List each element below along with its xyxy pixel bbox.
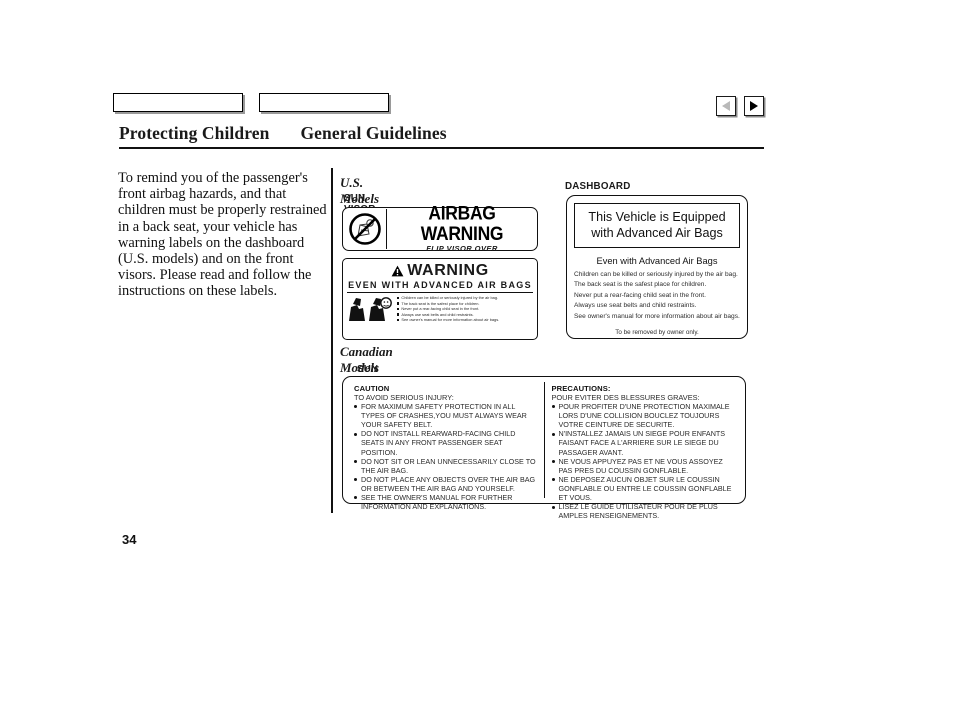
caution-title: CAUTION: [354, 384, 390, 393]
precautions-lead: POUR EVITER DES BLESSURES GRAVES:: [551, 393, 700, 402]
dashboard-footer-note: To be removed by owner only.: [615, 329, 699, 337]
warning-body: Children can be killed or seriously inju…: [347, 295, 533, 330]
column-divider: [331, 168, 333, 513]
dashboard-subhead: Even with Advanced Air Bags: [596, 256, 718, 266]
no-rear-facing-child-seat-icon: [344, 209, 387, 249]
caution-bullet: DO NOT PLACE ANY OBJECTS OVER THE AIR BA…: [354, 475, 538, 493]
previous-page-button[interactable]: [716, 96, 736, 116]
precautions-bullet: NE VOUS APPUYEZ PAS ET NE VOUS ASSOYEZ P…: [551, 457, 736, 475]
caution-bullet: FOR MAXIMUM SAFETY PROTECTION IN ALL TYP…: [354, 402, 538, 429]
caution-bullet: DO NOT SIT OR LEAN UNNECESSARILY CLOSE T…: [354, 457, 538, 475]
advanced-airbags-subhead: EVEN WITH ADVANCED AIR BAGS: [347, 280, 533, 293]
flip-visor-over-subline: FLIP VISOR OVER: [426, 244, 498, 253]
header-tab-1[interactable]: [113, 93, 243, 112]
canadian-sun-visor-label: CAUTION TO AVOID SERIOUS INJURY: FOR MAX…: [342, 376, 746, 520]
visor-label-text-group: AIRBAG WARNING FLIP VISOR OVER: [387, 201, 537, 253]
dashboard-line: Never put a rear-facing child seat in th…: [574, 291, 706, 299]
precautions-bullet: N'INSTALLEZ JAMAIS UN SIEGE POUR ENFANTS…: [551, 429, 736, 457]
dashboard-line: Always use seat belts and child restrain…: [574, 302, 697, 310]
warning-triangle-icon: [391, 265, 404, 276]
airbag-warning-headline: AIRBAG WARNING: [420, 201, 504, 245]
triangle-right-icon: [750, 101, 758, 111]
child-seat-pictograms: [347, 295, 395, 330]
warning-bullet-list: Children can be killed or seriously inju…: [395, 295, 533, 330]
warning-bullet: See owner's manual for more information …: [397, 317, 533, 323]
intro-paragraph: To remind you of the passenger's front a…: [118, 170, 327, 300]
title-divider: [119, 147, 764, 149]
us-sun-visor-label-airbag-warning: AIRBAG WARNING FLIP VISOR OVER: [342, 201, 538, 253]
page-title-subsection: General Guidelines: [300, 123, 447, 143]
canadian-label-english-column: CAUTION TO AVOID SERIOUS INJURY: FOR MAX…: [347, 382, 545, 511]
precautions-bullet: NE DEPOSEZ AUCUN OBJET SUR LE COUSSIN GO…: [551, 475, 736, 502]
us-dashboard-label: This Vehicle is Equipped with Advanced A…: [566, 195, 748, 339]
us-sun-visor-label-advanced-airbags: WARNING EVEN WITH ADVANCED AIR BAGS Chil…: [342, 258, 538, 340]
dashboard-headline: This Vehicle is Equipped with Advanced A…: [574, 203, 740, 248]
canadian-label-french-column: PRECAUTIONS: POUR EVITER DES BLESSURES G…: [545, 382, 742, 520]
header-tab-2[interactable]: [259, 93, 389, 112]
next-page-button[interactable]: [744, 96, 764, 116]
page-navigation: [716, 96, 764, 116]
precautions-bullet: POUR PROFITER D'UNE PROTECTION MAXIMALE …: [551, 402, 736, 429]
caution-lead: TO AVOID SERIOUS INJURY:: [354, 393, 454, 402]
dashboard-line: The back seat is the safest place for ch…: [574, 281, 707, 289]
warning-headline: WARNING: [407, 262, 489, 279]
caution-bullet: SEE THE OWNER'S MANUAL FOR FURTHER INFOR…: [354, 493, 538, 511]
dashboard-line: See owner's manual for more information …: [574, 312, 740, 320]
warning-headline-row: WARNING: [347, 262, 533, 279]
caution-bullet: DO NOT INSTALL REARWARD-FACING CHILD SEA…: [354, 429, 538, 457]
page-title-section: Protecting Children: [119, 123, 270, 143]
us-dashboard-heading: DASHBOARD: [565, 181, 631, 192]
dashboard-line-list: Children can be killed or seriously inju…: [574, 270, 740, 322]
triangle-left-icon: [722, 101, 730, 111]
page-title: Protecting Children General Guidelines: [119, 123, 447, 144]
precautions-bullet: LISEZ LE GUIDE UTILISATEUR POUR DE PLUS …: [551, 502, 736, 520]
precautions-title: PRECAUTIONS:: [551, 384, 611, 393]
page-number: 34: [122, 532, 137, 547]
dashboard-line: Children can be killed or seriously inju…: [574, 271, 738, 278]
header-tab-row: [113, 93, 389, 112]
